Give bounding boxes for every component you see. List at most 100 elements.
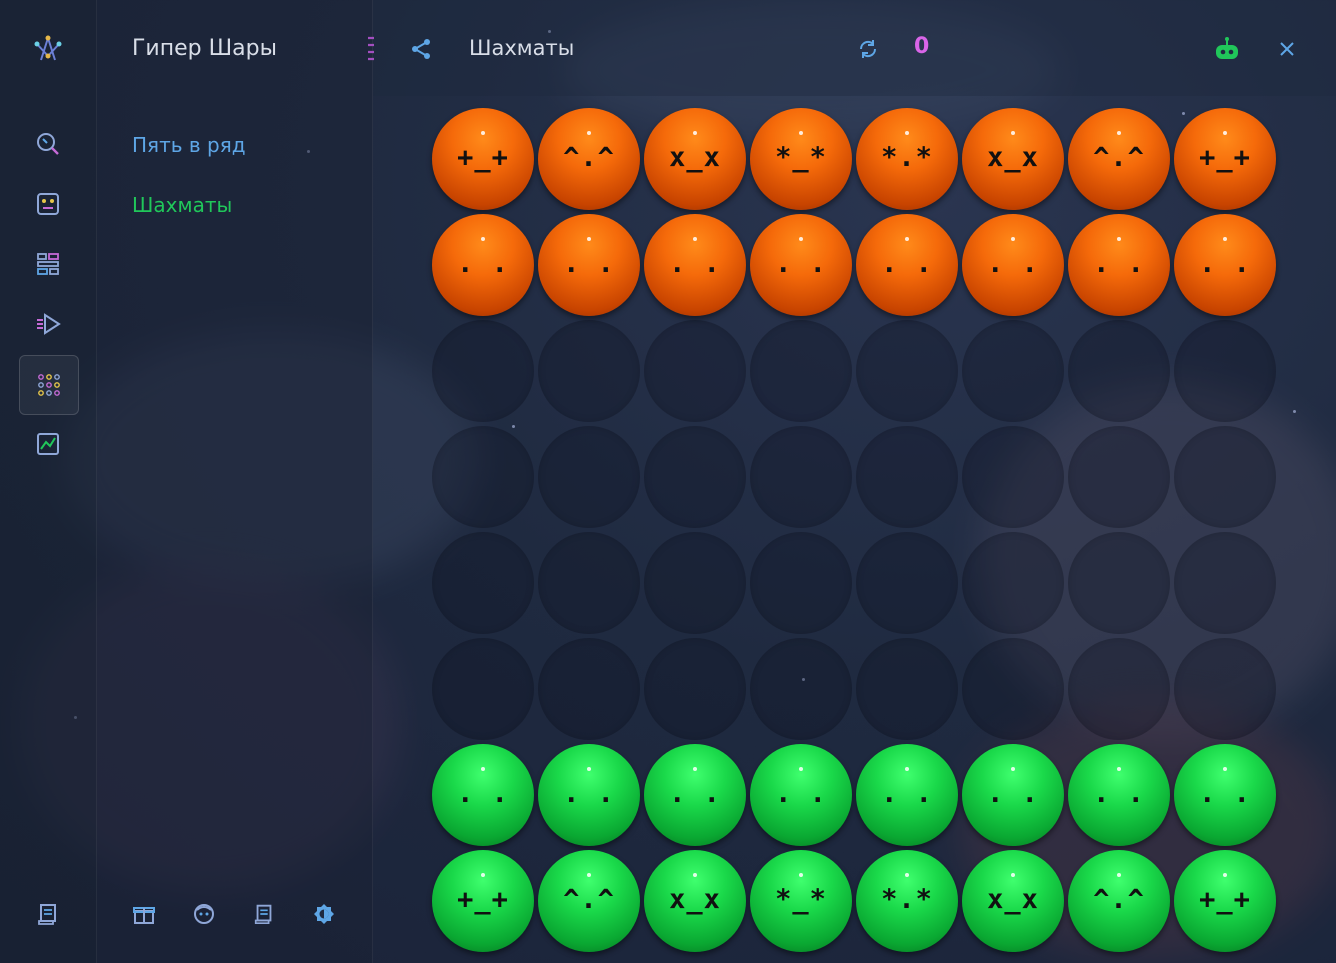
empty-cell[interactable] <box>962 320 1064 422</box>
empty-cell[interactable] <box>538 426 640 528</box>
ball-highlight <box>799 131 803 135</box>
green-ball[interactable]: . . <box>962 744 1064 846</box>
empty-cell[interactable] <box>432 320 534 422</box>
empty-cell[interactable] <box>1174 532 1276 634</box>
orange-ball[interactable]: +_+ <box>1174 108 1276 210</box>
rail-blocks-button[interactable] <box>19 235 77 293</box>
empty-cell[interactable] <box>538 320 640 422</box>
ball-highlight <box>1011 237 1015 241</box>
orange-ball[interactable]: . . <box>644 214 746 316</box>
ball-highlight <box>1223 237 1227 241</box>
green-ball[interactable]: *_* <box>750 850 852 952</box>
orange-ball[interactable]: . . <box>962 214 1064 316</box>
empty-cell[interactable] <box>962 638 1064 740</box>
green-ball[interactable]: ^.^ <box>1068 850 1170 952</box>
orange-ball[interactable]: x_x <box>644 108 746 210</box>
theme-button[interactable] <box>310 900 338 928</box>
rail-search-button[interactable] <box>19 115 77 173</box>
ball-face: . . <box>881 248 933 279</box>
green-ball[interactable]: ^.^ <box>538 850 640 952</box>
ball-face: +_+ <box>1199 884 1251 915</box>
green-ball[interactable]: . . <box>432 744 534 846</box>
ball-face: . . <box>563 248 615 279</box>
search-icon <box>37 133 59 155</box>
empty-cell[interactable] <box>644 532 746 634</box>
share-button[interactable] <box>408 36 434 62</box>
ball-highlight <box>481 873 485 877</box>
ball-face: . . <box>457 248 509 279</box>
empty-cell[interactable] <box>644 426 746 528</box>
empty-cell[interactable] <box>1068 320 1170 422</box>
orange-ball[interactable]: x_x <box>962 108 1064 210</box>
rail-robot-button[interactable] <box>19 175 77 233</box>
green-ball[interactable]: . . <box>644 744 746 846</box>
empty-cell[interactable] <box>1174 320 1276 422</box>
ball-face: . . <box>563 778 615 809</box>
orange-ball[interactable]: . . <box>750 214 852 316</box>
green-ball[interactable]: x_x <box>644 850 746 952</box>
empty-cell[interactable] <box>1174 638 1276 740</box>
empty-cell[interactable] <box>962 426 1064 528</box>
drag-handle-icon[interactable] <box>366 36 376 62</box>
empty-cell[interactable] <box>856 320 958 422</box>
rail-docs-button[interactable] <box>19 885 77 943</box>
empty-cell[interactable] <box>750 638 852 740</box>
empty-cell[interactable] <box>432 638 534 740</box>
empty-cell[interactable] <box>962 532 1064 634</box>
empty-cell[interactable] <box>538 532 640 634</box>
orange-ball[interactable]: *_* <box>750 108 852 210</box>
green-ball[interactable]: x_x <box>962 850 1064 952</box>
orange-ball[interactable]: . . <box>538 214 640 316</box>
bot-button[interactable] <box>1212 35 1242 63</box>
empty-cell[interactable] <box>856 532 958 634</box>
face-button[interactable] <box>190 900 218 928</box>
orange-ball[interactable]: . . <box>1174 214 1276 316</box>
green-ball[interactable]: . . <box>1174 744 1276 846</box>
orange-ball[interactable]: *.* <box>856 108 958 210</box>
empty-cell[interactable] <box>1068 532 1170 634</box>
empty-cell[interactable] <box>856 426 958 528</box>
restart-button[interactable] <box>855 36 881 62</box>
empty-cell[interactable] <box>432 532 534 634</box>
close-button[interactable] <box>1274 36 1300 62</box>
orange-ball[interactable]: . . <box>856 214 958 316</box>
orange-ball[interactable]: . . <box>432 214 534 316</box>
gift-button[interactable] <box>130 900 158 928</box>
menu-item-five-in-row[interactable]: Пять в ряд <box>132 133 246 157</box>
empty-cell[interactable] <box>432 426 534 528</box>
green-ball[interactable]: +_+ <box>1174 850 1276 952</box>
brightness-icon <box>314 904 334 924</box>
empty-cell[interactable] <box>1068 426 1170 528</box>
rail-balls-button[interactable] <box>19 355 79 415</box>
empty-cell[interactable] <box>856 638 958 740</box>
empty-cell[interactable] <box>644 638 746 740</box>
orange-ball[interactable]: +_+ <box>432 108 534 210</box>
green-ball[interactable]: *.* <box>856 850 958 952</box>
ball-highlight <box>1117 873 1121 877</box>
empty-cell[interactable] <box>750 532 852 634</box>
orange-ball[interactable]: ^.^ <box>538 108 640 210</box>
share-icon <box>412 39 430 59</box>
chart-icon <box>37 433 59 455</box>
rail-chart-button[interactable] <box>19 415 77 473</box>
empty-cell[interactable] <box>750 320 852 422</box>
empty-cell[interactable] <box>538 638 640 740</box>
empty-cell[interactable] <box>1174 426 1276 528</box>
orange-ball[interactable]: ^.^ <box>1068 108 1170 210</box>
ball-highlight <box>693 131 697 135</box>
ball-highlight <box>905 237 909 241</box>
ball-face: . . <box>1093 778 1145 809</box>
green-ball[interactable]: . . <box>1068 744 1170 846</box>
green-ball[interactable]: . . <box>538 744 640 846</box>
docs-button[interactable] <box>250 900 278 928</box>
ball-face: . . <box>775 248 827 279</box>
empty-cell[interactable] <box>1068 638 1170 740</box>
empty-cell[interactable] <box>750 426 852 528</box>
menu-item-chess[interactable]: Шахматы <box>132 193 232 217</box>
green-ball[interactable]: . . <box>750 744 852 846</box>
green-ball[interactable]: +_+ <box>432 850 534 952</box>
empty-cell[interactable] <box>644 320 746 422</box>
green-ball[interactable]: . . <box>856 744 958 846</box>
orange-ball[interactable]: . . <box>1068 214 1170 316</box>
rail-play-button[interactable] <box>19 295 77 353</box>
